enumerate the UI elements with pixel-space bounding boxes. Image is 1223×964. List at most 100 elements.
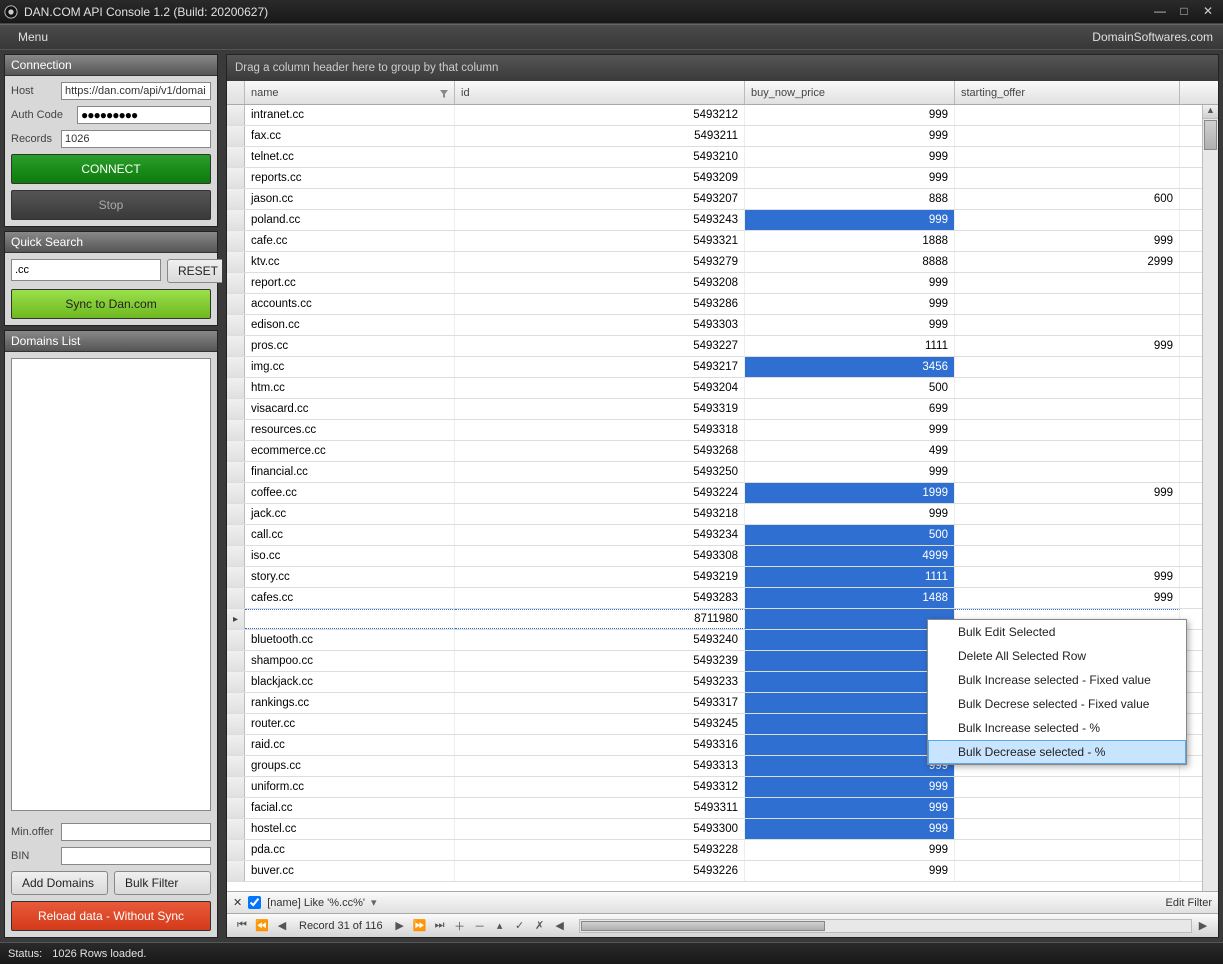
table-row[interactable]: img.cc54932173456 bbox=[227, 357, 1218, 378]
table-cell[interactable]: 999 bbox=[745, 210, 955, 230]
context-menu-item[interactable]: Bulk Increase selected - Fixed value bbox=[928, 668, 1186, 692]
table-cell[interactable] bbox=[955, 399, 1180, 419]
table-cell[interactable]: 5493286 bbox=[455, 294, 745, 314]
table-cell[interactable]: 5493279 bbox=[455, 252, 745, 272]
table-cell[interactable]: 5493318 bbox=[455, 420, 745, 440]
table-cell[interactable]: ecommerce.cc bbox=[245, 441, 455, 461]
table-cell[interactable]: financial.cc bbox=[245, 462, 455, 482]
context-menu-item[interactable]: Bulk Decrease selected - % bbox=[928, 740, 1186, 764]
table-cell[interactable] bbox=[955, 378, 1180, 398]
table-cell[interactable]: 8711980 bbox=[455, 609, 745, 629]
table-cell[interactable]: 1111 bbox=[745, 336, 955, 356]
table-cell[interactable]: 999 bbox=[745, 147, 955, 167]
scrollbar-thumb[interactable] bbox=[1204, 120, 1217, 150]
table-cell[interactable]: rankings.cc bbox=[245, 693, 455, 713]
table-cell[interactable]: telnet.cc bbox=[245, 147, 455, 167]
table-row[interactable]: reports.cc5493209999 bbox=[227, 168, 1218, 189]
table-cell[interactable]: 5493303 bbox=[455, 315, 745, 335]
column-header-id[interactable]: id bbox=[455, 81, 745, 104]
table-cell[interactable]: 5493208 bbox=[455, 273, 745, 293]
column-header-name[interactable]: name bbox=[245, 81, 455, 104]
table-cell[interactable]: fax.cc bbox=[245, 126, 455, 146]
table-cell[interactable] bbox=[955, 525, 1180, 545]
quicksearch-input[interactable] bbox=[11, 259, 161, 281]
table-cell[interactable]: 4999 bbox=[745, 546, 955, 566]
table-row[interactable]: cafes.cc54932831488999 bbox=[227, 588, 1218, 609]
nav-scroll-left-icon[interactable]: ◀ bbox=[551, 919, 569, 932]
table-cell[interactable]: 5493207 bbox=[455, 189, 745, 209]
table-cell[interactable] bbox=[955, 819, 1180, 839]
bin-input[interactable] bbox=[61, 847, 211, 865]
maximize-button[interactable]: □ bbox=[1173, 4, 1195, 20]
table-cell[interactable]: pda.cc bbox=[245, 840, 455, 860]
table-cell[interactable]: 5493321 bbox=[455, 231, 745, 251]
table-cell[interactable]: 999 bbox=[955, 231, 1180, 251]
filter-checkbox[interactable] bbox=[248, 896, 261, 909]
table-row[interactable]: intranet.cc5493212999 bbox=[227, 105, 1218, 126]
table-cell[interactable] bbox=[955, 126, 1180, 146]
table-row[interactable]: fax.cc5493211999 bbox=[227, 126, 1218, 147]
table-cell[interactable] bbox=[955, 861, 1180, 881]
table-row[interactable]: uniform.cc5493312999 bbox=[227, 777, 1218, 798]
table-cell[interactable]: 499 bbox=[745, 441, 955, 461]
table-cell[interactable]: 5493233 bbox=[455, 672, 745, 692]
table-cell[interactable]: bluetooth.cc bbox=[245, 630, 455, 650]
table-cell[interactable]: facial.cc bbox=[245, 798, 455, 818]
filter-icon[interactable] bbox=[440, 90, 448, 98]
table-cell[interactable]: 2999 bbox=[955, 252, 1180, 272]
nav-scroll-right-icon[interactable]: ▶ bbox=[1194, 919, 1212, 932]
table-cell[interactable]: report.cc bbox=[245, 273, 455, 293]
context-menu-item[interactable]: Bulk Decrese selected - Fixed value bbox=[928, 692, 1186, 716]
table-cell[interactable] bbox=[745, 630, 955, 650]
table-cell[interactable]: 699 bbox=[745, 399, 955, 419]
table-cell[interactable] bbox=[955, 315, 1180, 335]
table-cell[interactable]: intranet.cc bbox=[245, 105, 455, 125]
table-cell[interactable]: 5493228 bbox=[455, 840, 745, 860]
nav-prevpage-icon[interactable]: ⏪ bbox=[253, 919, 271, 932]
table-cell[interactable] bbox=[245, 609, 455, 629]
table-cell[interactable]: 5493227 bbox=[455, 336, 745, 356]
table-row[interactable]: iso.cc54933084999 bbox=[227, 546, 1218, 567]
table-row[interactable]: accounts.cc5493286999 bbox=[227, 294, 1218, 315]
table-row[interactable]: poland.cc5493243999 bbox=[227, 210, 1218, 231]
table-cell[interactable] bbox=[955, 147, 1180, 167]
table-cell[interactable]: 999 bbox=[745, 462, 955, 482]
table-cell[interactable]: 5493250 bbox=[455, 462, 745, 482]
edit-filter-link[interactable]: Edit Filter bbox=[1166, 897, 1212, 909]
column-header-offer[interactable]: starting_offer bbox=[955, 81, 1180, 104]
table-row[interactable]: resources.cc5493318999 bbox=[227, 420, 1218, 441]
table-cell[interactable] bbox=[955, 546, 1180, 566]
table-cell[interactable] bbox=[955, 273, 1180, 293]
context-menu-item[interactable]: Bulk Increase selected - % bbox=[928, 716, 1186, 740]
table-cell[interactable] bbox=[955, 105, 1180, 125]
table-cell[interactable]: hostel.cc bbox=[245, 819, 455, 839]
table-cell[interactable] bbox=[745, 693, 955, 713]
nav-first-icon[interactable]: ⏮ bbox=[233, 919, 251, 932]
table-row[interactable]: call.cc5493234500 bbox=[227, 525, 1218, 546]
table-cell[interactable] bbox=[955, 420, 1180, 440]
table-row[interactable]: pda.cc5493228999 bbox=[227, 840, 1218, 861]
table-cell[interactable]: 5493268 bbox=[455, 441, 745, 461]
table-cell[interactable]: 5493218 bbox=[455, 504, 745, 524]
table-cell[interactable]: accounts.cc bbox=[245, 294, 455, 314]
table-cell[interactable]: cafes.cc bbox=[245, 588, 455, 608]
table-cell[interactable]: 5493240 bbox=[455, 630, 745, 650]
minimize-button[interactable]: — bbox=[1149, 4, 1171, 20]
table-cell[interactable]: 999 bbox=[745, 777, 955, 797]
table-cell[interactable]: iso.cc bbox=[245, 546, 455, 566]
table-cell[interactable]: 5493234 bbox=[455, 525, 745, 545]
close-filter-icon[interactable]: ✕ bbox=[233, 896, 242, 909]
table-cell[interactable]: resources.cc bbox=[245, 420, 455, 440]
table-cell[interactable]: reports.cc bbox=[245, 168, 455, 188]
table-cell[interactable]: 999 bbox=[745, 819, 955, 839]
table-cell[interactable] bbox=[955, 441, 1180, 461]
table-cell[interactable]: 1999 bbox=[745, 483, 955, 503]
table-cell[interactable]: 5493204 bbox=[455, 378, 745, 398]
table-cell[interactable]: visacard.cc bbox=[245, 399, 455, 419]
table-cell[interactable]: 5493211 bbox=[455, 126, 745, 146]
table-row[interactable]: financial.cc5493250999 bbox=[227, 462, 1218, 483]
table-cell[interactable]: 1888 bbox=[745, 231, 955, 251]
vertical-scrollbar[interactable]: ▲ bbox=[1202, 105, 1218, 891]
table-cell[interactable]: 5493312 bbox=[455, 777, 745, 797]
column-header-price[interactable]: buy_now_price bbox=[745, 81, 955, 104]
